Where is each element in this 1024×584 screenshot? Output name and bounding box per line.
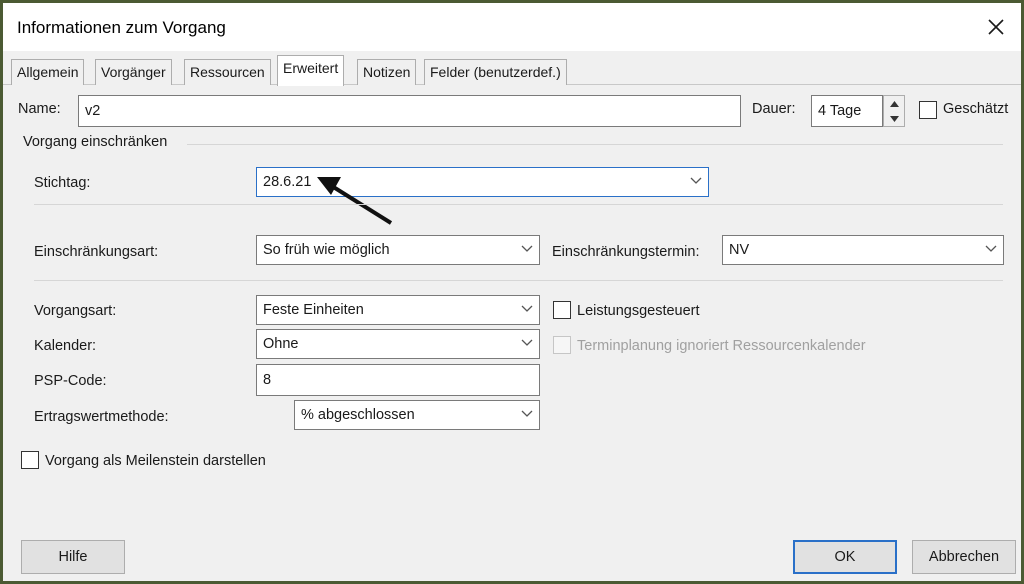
vorgangsart-select[interactable]: Feste Einheiten [256,295,540,325]
name-input[interactable]: v2 [78,95,741,127]
leistungsgesteuert-label: Leistungsgesteuert [577,303,700,319]
tab-erweitert[interactable]: Erweitert [277,55,345,86]
help-button[interactable]: Hilfe [21,540,125,574]
title-bar: Informationen zum Vorgang [3,3,1021,51]
spin-up-icon[interactable] [884,96,904,111]
chevron-down-icon [985,245,997,252]
einschraenkungsart-label: Einschränkungsart: [34,244,159,260]
cancel-button[interactable]: Abbrechen [912,540,1016,574]
meilenstein-label: Vorgang als Meilenstein darstellen [45,453,266,469]
terminplanung-checkbox [553,336,571,354]
tab-ressourcen[interactable]: Ressourcen [184,59,271,85]
einschraenkungstermin-select[interactable]: NV [722,235,1004,265]
chevron-down-icon [521,410,533,417]
divider [34,280,1003,281]
kalender-select[interactable]: Ohne [256,329,540,359]
dauer-spinner[interactable] [883,95,905,127]
dialog-window: Informationen zum Vorgang Allgemein Vorg… [0,0,1024,584]
leistungsgesteuert-checkbox[interactable] [553,301,571,319]
arrow-icon [317,177,393,225]
ertragswert-select[interactable]: % abgeschlossen [294,400,540,430]
psp-label: PSP-Code: [34,373,107,389]
window-title: Informationen zum Vorgang [17,18,226,37]
einschraenkungsart-select[interactable]: So früh wie möglich [256,235,540,265]
divider [34,204,1003,205]
name-label: Name: [18,101,61,117]
einschraenkungstermin-label: Einschränkungstermin: [552,244,700,260]
terminplanung-label: Terminplanung ignoriert Ressourcenkalend… [577,338,866,354]
psp-input[interactable]: 8 [256,364,540,396]
group-divider [187,144,1003,145]
geschaetzt-label: Geschätzt [943,101,1009,117]
dauer-input[interactable]: 4 Tage [811,95,883,127]
geschaetzt-checkbox[interactable] [919,101,937,119]
dauer-label: Dauer: [752,101,796,117]
stichtag-label: Stichtag: [34,175,91,191]
kalender-label: Kalender: [34,338,97,354]
spin-down-icon[interactable] [884,111,904,126]
tab-strip: Allgemein Vorgänger Ressourcen Erweitert… [3,51,1021,86]
close-button[interactable] [979,11,1013,43]
ertragswert-label: Ertragswertmethode: [34,409,169,425]
chevron-down-icon [521,339,533,346]
chevron-down-icon [521,245,533,252]
meilenstein-checkbox[interactable] [21,451,39,469]
tab-notizen[interactable]: Notizen [357,59,417,85]
vorgangsart-label: Vorgangsart: [34,303,117,319]
chevron-down-icon [521,305,533,312]
tab-felder[interactable]: Felder (benutzerdef.) [424,59,567,85]
ok-button[interactable]: OK [793,540,897,574]
tab-vorgaenger[interactable]: Vorgänger [95,59,172,85]
group-title: Vorgang einschränken [23,134,168,150]
chevron-down-icon [690,177,702,184]
close-icon [988,19,1004,35]
tab-allgemein[interactable]: Allgemein [11,59,85,85]
